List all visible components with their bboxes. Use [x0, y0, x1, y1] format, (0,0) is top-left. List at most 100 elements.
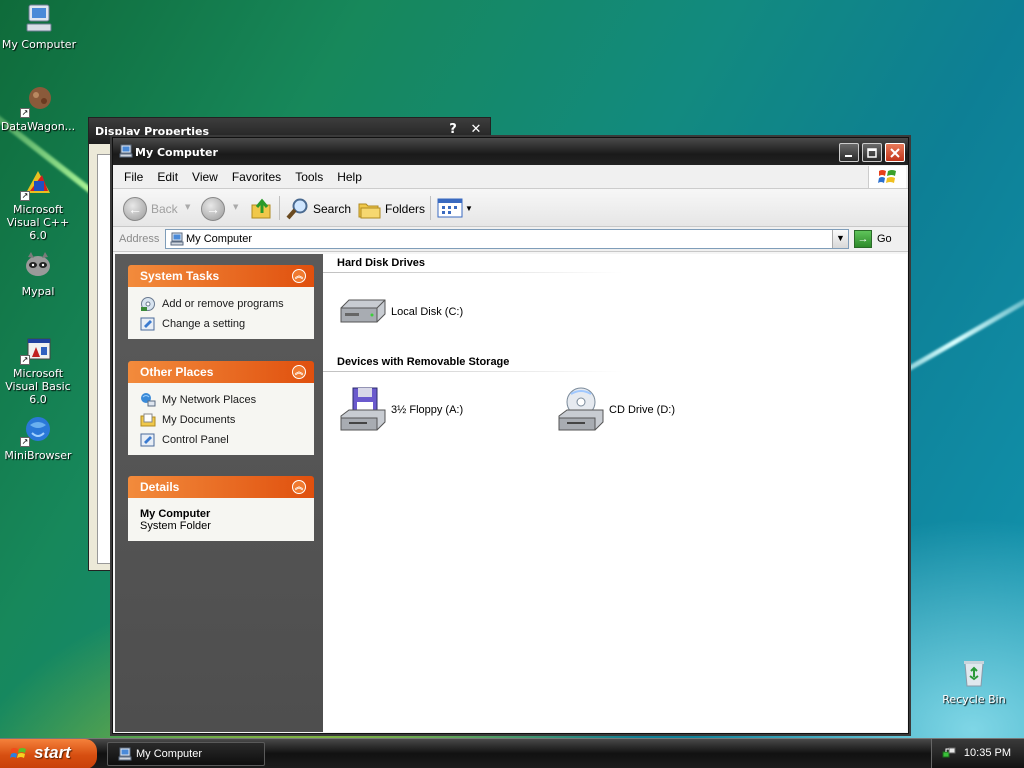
file-view[interactable]: Hard Disk Drives Local Disk (C:) Devices…: [323, 254, 907, 732]
start-button[interactable]: start: [0, 739, 97, 768]
address-label: Address: [119, 233, 160, 245]
drive-label: CD Drive (D:): [609, 404, 675, 416]
desktop-icon-my-computer[interactable]: My Computer: [0, 2, 79, 51]
up-button[interactable]: [250, 197, 274, 221]
visual-cpp-icon: ↗: [20, 167, 54, 201]
collapse-chevron-icon[interactable]: ︽: [292, 480, 306, 494]
my-documents-icon: [140, 413, 156, 427]
start-label: start: [34, 743, 71, 762]
go-button[interactable]: → Go: [854, 230, 892, 248]
computer-icon: [23, 2, 55, 34]
control-panel-icon: [140, 433, 155, 447]
drive-floppy-a[interactable]: 3½ Floppy (A:): [339, 386, 463, 434]
datawagon-icon: ↗: [20, 84, 54, 118]
go-label: Go: [877, 233, 892, 245]
place-label: My Network Places: [162, 394, 257, 406]
network-places-icon: [141, 393, 156, 407]
my-computer-window[interactable]: My Computer File Edit View Favorites Too…: [112, 137, 909, 734]
recycle-bin-icon: [958, 657, 990, 689]
address-value: My Computer: [186, 233, 253, 245]
drive-cd-d[interactable]: CD Drive (D:): [557, 386, 675, 434]
drive-local-disk-c[interactable]: Local Disk (C:): [339, 288, 463, 336]
folder-up-icon: [251, 198, 271, 219]
views-icon: [437, 198, 463, 218]
windows-flag-icon: [10, 748, 26, 758]
globe-icon: ↗: [20, 413, 54, 447]
place-label: My Documents: [162, 414, 236, 426]
details-header[interactable]: Details ︽: [128, 476, 314, 498]
system-tasks-body: Add or remove programs Change a setting: [128, 287, 314, 339]
task-label: Add or remove programs: [162, 298, 284, 310]
forward-arrow-icon: →: [201, 197, 225, 221]
place-my-network-places[interactable]: My Network Places: [140, 390, 314, 410]
window-titlebar[interactable]: My Computer: [113, 138, 908, 165]
folders-button[interactable]: Folders: [357, 197, 425, 221]
cd-drive-icon: [557, 386, 605, 434]
menu-help[interactable]: Help: [330, 170, 369, 184]
menu-tools[interactable]: Tools: [288, 170, 330, 184]
back-dropdown-icon[interactable]: ▼: [185, 203, 190, 211]
desktop-icon-visual-cpp[interactable]: ↗ Microsoft Visual C++ 6.0: [0, 167, 78, 242]
menu-file[interactable]: File: [117, 170, 150, 184]
menu-bar: File Edit View Favorites Tools Help: [113, 165, 908, 189]
desktop-icon-visual-basic[interactable]: ↗ Microsoft Visual Basic 6.0: [0, 331, 78, 406]
details-subtitle: System Folder: [140, 520, 211, 532]
taskbar-button-my-computer[interactable]: My Computer: [107, 742, 265, 766]
task-pane: System Tasks ︽ Add or remove programs Ch…: [115, 254, 323, 732]
forward-dropdown-icon[interactable]: ▼: [233, 203, 238, 211]
back-button[interactable]: ← Back: [123, 197, 178, 221]
desktop-icon-label: Microsoft Visual C++ 6.0: [6, 203, 70, 242]
raccoon-icon: [22, 249, 54, 281]
task-label: Change a setting: [162, 318, 246, 330]
collapse-chevron-icon[interactable]: ︽: [292, 365, 306, 379]
address-dropdown-button[interactable]: ▼: [832, 230, 848, 248]
group-divider: [323, 272, 623, 273]
visual-basic-icon: ↗: [20, 331, 54, 365]
other-places-panel: Other Places ︽ My Network Places My Docu…: [128, 361, 314, 455]
menu-favorites[interactable]: Favorites: [225, 170, 288, 184]
desktop-icon-label: MiniBrowser: [4, 449, 72, 462]
desktop-icon-label: Microsoft Visual Basic 6.0: [5, 367, 71, 406]
task-add-remove-programs[interactable]: Add or remove programs: [140, 294, 314, 314]
floppy-drive-icon: [339, 386, 387, 434]
views-dropdown-icon: ▼: [465, 203, 473, 213]
search-button[interactable]: Search: [285, 197, 351, 221]
system-tasks-panel: System Tasks ︽ Add or remove programs Ch…: [128, 265, 314, 339]
desktop-icon-minibrowser[interactable]: ↗ MiniBrowser: [0, 413, 78, 462]
maximize-button[interactable]: [862, 143, 882, 162]
place-control-panel[interactable]: Control Panel: [140, 430, 314, 450]
desktop-icon-label: Recycle Bin: [942, 693, 1006, 706]
task-change-setting[interactable]: Change a setting: [140, 314, 314, 334]
standard-toolbar: ← Back ▼ → ▼ Search Folders ▼: [113, 189, 908, 227]
drive-label: 3½ Floppy (A:): [391, 404, 464, 416]
group-title-removable: Devices with Removable Storage: [337, 356, 510, 368]
close-button[interactable]: [885, 143, 905, 162]
desktop-icon-recycle-bin[interactable]: Recycle Bin: [934, 657, 1014, 706]
address-bar: Address My Computer ▼ → Go: [113, 227, 908, 252]
panel-title: Details: [140, 480, 180, 494]
network-tray-icon[interactable]: [942, 746, 956, 760]
control-panel-icon: [140, 317, 155, 331]
clock[interactable]: 10:35 PM: [964, 747, 1011, 759]
menu-view[interactable]: View: [185, 170, 225, 184]
minimize-button[interactable]: [839, 143, 859, 162]
views-button[interactable]: ▼: [437, 197, 473, 219]
address-input[interactable]: My Computer ▼: [165, 229, 849, 249]
menu-edit[interactable]: Edit: [150, 170, 185, 184]
system-tasks-header[interactable]: System Tasks ︽: [128, 265, 314, 287]
shortcut-arrow-icon: ↗: [20, 437, 30, 447]
forward-button[interactable]: →: [201, 197, 229, 221]
go-arrow-icon: →: [854, 230, 872, 248]
other-places-header[interactable]: Other Places ︽: [128, 361, 314, 383]
place-my-documents[interactable]: My Documents: [140, 410, 314, 430]
add-remove-programs-icon: [141, 297, 155, 311]
details-panel: Details ︽ My Computer System Folder: [128, 476, 314, 541]
panel-title: Other Places: [140, 365, 214, 379]
desktop-icon-label: My Computer: [1, 38, 77, 51]
toolbar-separator: [279, 196, 280, 220]
desktop-icon-mypal[interactable]: Mypal: [0, 249, 78, 298]
group-title-hard-disks: Hard Disk Drives: [337, 257, 426, 269]
desktop-icon-label: DataWagon...: [0, 120, 76, 133]
collapse-chevron-icon[interactable]: ︽: [292, 269, 306, 283]
desktop-icon-datawagon[interactable]: ↗ DataWagon...: [0, 84, 78, 133]
